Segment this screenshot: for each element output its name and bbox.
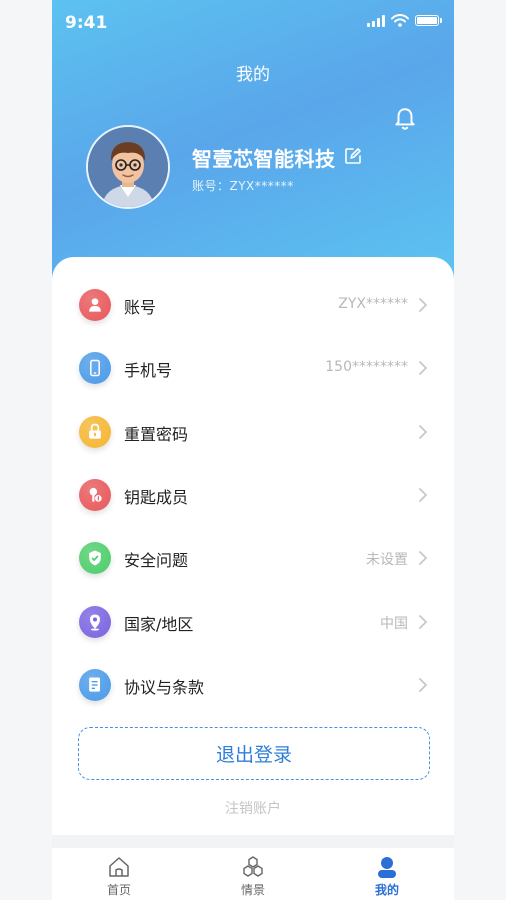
menu-item-label: 安全问题	[124, 551, 189, 571]
tab-home[interactable]: 首页	[52, 848, 186, 900]
menu-item-label: 账号	[124, 298, 157, 317]
tab-scene-label: 情景	[240, 883, 265, 897]
menu-item-6[interactable]: 协议与条款	[52, 660, 454, 710]
menu-item-value: ZYX******	[338, 296, 408, 312]
logout-button[interactable]: 退出登录	[78, 727, 430, 780]
bell-icon[interactable]	[392, 106, 418, 132]
menu-item-value: 未设置	[366, 552, 408, 569]
menu-item-label: 协议与条款	[124, 677, 205, 697]
user-icon	[79, 289, 111, 321]
lock-icon	[79, 415, 111, 448]
tab-profile-label: 我的	[374, 883, 399, 897]
tab-bar: 首页 情景 我的	[52, 848, 454, 900]
account-id-text: 账号：ZYX******	[192, 179, 294, 193]
edit-icon[interactable]	[344, 147, 362, 165]
chevron-right-icon	[419, 361, 427, 376]
chevron-right-icon	[419, 677, 427, 692]
home-icon	[109, 857, 129, 877]
menu-item-value: 150********	[325, 359, 408, 376]
chevron-right-icon	[419, 298, 427, 312]
key-icon	[79, 478, 111, 511]
avatar-illustration	[88, 127, 168, 207]
battery-icon	[415, 15, 439, 26]
scene-icon	[243, 856, 263, 877]
menu-item-label: 手机号	[124, 361, 173, 381]
profile-icon	[378, 857, 396, 878]
signal-icon	[367, 14, 385, 27]
tab-profile[interactable]: 我的	[320, 848, 454, 900]
avatar[interactable]	[86, 125, 170, 209]
document-icon	[79, 668, 111, 701]
menu-item-label: 重置密码	[124, 424, 189, 444]
menu-item-label: 钥匙成员	[124, 487, 189, 507]
chevron-right-icon	[419, 614, 427, 629]
status-time: 9:41	[65, 13, 108, 33]
phone-icon	[79, 352, 111, 385]
menu-item-value: 中国	[380, 615, 408, 632]
tab-scene[interactable]: 情景	[186, 848, 320, 900]
menu-item-label: 国家/地区	[124, 614, 194, 634]
status-bar: 9:41	[52, 0, 454, 48]
chevron-right-icon	[419, 487, 427, 502]
menu-item-3[interactable]: 钥匙成员	[52, 470, 454, 520]
shield-icon	[79, 542, 111, 575]
wifi-icon	[391, 14, 409, 27]
status-icons	[367, 14, 442, 27]
settings-card: 账号 ZYX****** 手机号 150******** 重置密码钥匙成员安全问题 未设置…	[52, 257, 454, 835]
phone-screen: 9:41 我的 智壹芯智能科技 账号：ZYX****** 账号 ZYX*****…	[52, 0, 454, 900]
cancel-account-link[interactable]: 注销账户	[52, 798, 454, 818]
chevron-right-icon	[419, 551, 427, 566]
menu-item-0[interactable]: 账号 ZYX******	[52, 280, 454, 330]
menu-item-1[interactable]: 手机号 150********	[52, 343, 454, 393]
battery-cap	[440, 18, 442, 23]
chevron-right-icon	[419, 424, 427, 439]
user-name: 智壹芯智能科技	[192, 147, 336, 171]
menu-item-4[interactable]: 安全问题 未设置	[52, 533, 454, 583]
menu-item-5[interactable]: 国家/地区 中国	[52, 597, 454, 647]
menu-item-2[interactable]: 重置密码	[52, 407, 454, 457]
location-icon	[79, 605, 111, 638]
tab-home-label: 首页	[106, 883, 131, 897]
page-title: 我的	[236, 65, 270, 85]
